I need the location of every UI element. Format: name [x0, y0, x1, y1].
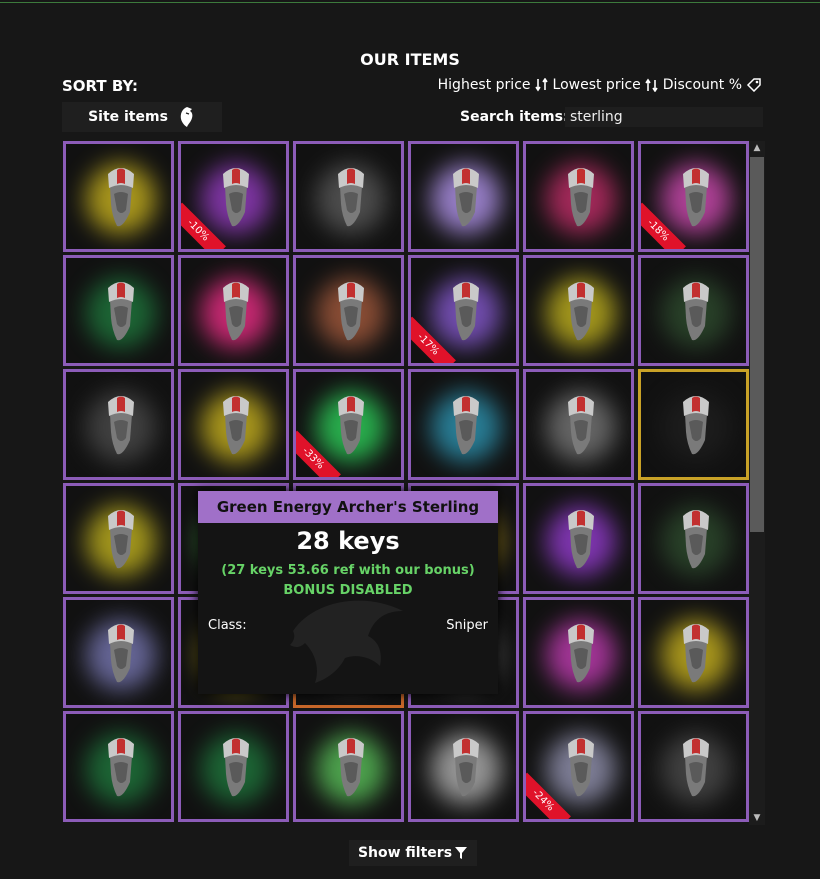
sterling-hat-icon — [683, 396, 709, 455]
item-card[interactable] — [638, 597, 749, 708]
item-card[interactable]: -17% — [408, 255, 519, 366]
page-title: OUR ITEMS — [360, 50, 460, 69]
sort-lowest-price[interactable]: Lowest price — [553, 77, 641, 93]
item-card[interactable] — [408, 141, 519, 252]
sterling-hat-icon — [453, 282, 479, 341]
tag-icon — [746, 78, 761, 92]
item-card[interactable] — [638, 255, 749, 366]
sort-asc-icon — [645, 78, 658, 92]
sterling-hat-icon — [453, 738, 479, 797]
sterling-hat-icon — [223, 282, 249, 341]
item-card[interactable] — [638, 483, 749, 594]
item-card[interactable] — [408, 711, 519, 822]
tooltip-class-value: Sniper — [446, 618, 488, 633]
sterling-hat-icon — [223, 396, 249, 455]
sort-discount[interactable]: Discount % — [663, 77, 742, 93]
tooltip-price: 28 keys — [296, 527, 400, 555]
scrollbar-thumb[interactable] — [750, 157, 764, 532]
sterling-hat-icon — [683, 282, 709, 341]
item-card[interactable]: -10% — [178, 141, 289, 252]
item-card[interactable] — [523, 597, 634, 708]
item-tooltip: Green Energy Archer's Sterling 28 keys (… — [198, 491, 498, 694]
item-card[interactable] — [178, 711, 289, 822]
item-card[interactable] — [178, 255, 289, 366]
sterling-hat-icon — [683, 510, 709, 569]
item-card[interactable] — [523, 369, 634, 480]
site-items-button[interactable]: Site items — [62, 102, 222, 132]
sterling-hat-icon — [223, 738, 249, 797]
item-card[interactable] — [293, 711, 404, 822]
item-card[interactable]: -18% — [638, 141, 749, 252]
items-grid: -10% -18% -17% -33% -24% — [63, 141, 749, 822]
item-card[interactable] — [293, 255, 404, 366]
site-items-label: Site items — [88, 109, 168, 125]
item-card[interactable] — [63, 255, 174, 366]
tooltip-class-label: Class: — [208, 618, 247, 633]
search-input[interactable] — [565, 107, 763, 127]
filter-icon — [455, 847, 468, 859]
item-card[interactable]: -24% — [523, 711, 634, 822]
sterling-hat-icon — [683, 624, 709, 683]
item-card[interactable] — [178, 369, 289, 480]
item-card[interactable] — [63, 369, 174, 480]
sterling-hat-icon — [568, 510, 594, 569]
item-card[interactable] — [293, 141, 404, 252]
sterling-hat-icon — [108, 624, 134, 683]
item-card[interactable] — [523, 255, 634, 366]
sterling-hat-icon — [568, 624, 594, 683]
item-card[interactable]: -33% — [293, 369, 404, 480]
show-filters-button[interactable]: Show filters — [349, 840, 477, 866]
item-card[interactable] — [408, 369, 519, 480]
item-card[interactable] — [638, 369, 749, 480]
tooltip-bonus-price: (27 keys 53.66 ref with our bonus) — [221, 563, 475, 578]
item-card[interactable] — [638, 711, 749, 822]
sterling-hat-icon — [568, 168, 594, 227]
sterling-hat-icon — [338, 282, 364, 341]
item-card[interactable] — [63, 483, 174, 594]
item-card[interactable] — [523, 483, 634, 594]
top-divider — [0, 2, 820, 3]
sterling-hat-icon — [338, 396, 364, 455]
sterling-hat-icon — [108, 510, 134, 569]
sterling-hat-icon — [108, 168, 134, 227]
sterling-hat-icon — [568, 396, 594, 455]
sterling-hat-icon — [568, 738, 594, 797]
sort-options: Highest price Lowest price Discount % — [438, 77, 762, 93]
item-card[interactable] — [63, 597, 174, 708]
sterling-hat-icon — [683, 738, 709, 797]
show-filters-label: Show filters — [357, 845, 453, 861]
sterling-hat-icon — [108, 282, 134, 341]
item-card[interactable] — [63, 711, 174, 822]
sterling-hat-icon — [223, 168, 249, 227]
search-label: Search items: — [460, 109, 569, 125]
scroll-up-icon[interactable]: ▲ — [749, 143, 765, 153]
sterling-hat-icon — [338, 168, 364, 227]
item-card[interactable] — [523, 141, 634, 252]
scroll-down-icon[interactable]: ▼ — [749, 813, 765, 823]
items-scrollbar[interactable]: ▲ ▼ — [749, 141, 765, 825]
sterling-hat-icon — [568, 282, 594, 341]
tooltip-bonus-status: BONUS DISABLED — [283, 583, 413, 598]
sort-by-label: SORT BY: — [62, 77, 139, 95]
eagle-logo-watermark — [290, 600, 403, 683]
item-card[interactable] — [63, 141, 174, 252]
eagle-icon — [180, 107, 193, 127]
sterling-hat-icon — [108, 396, 134, 455]
sort-desc-icon — [534, 78, 548, 92]
sort-highest-price[interactable]: Highest price — [438, 77, 531, 93]
sterling-hat-icon — [338, 738, 364, 797]
sterling-hat-icon — [683, 168, 709, 227]
sterling-hat-icon — [453, 168, 479, 227]
tooltip-item-name: Green Energy Archer's Sterling — [198, 491, 498, 523]
sterling-hat-icon — [108, 738, 134, 797]
sterling-hat-icon — [453, 396, 479, 455]
